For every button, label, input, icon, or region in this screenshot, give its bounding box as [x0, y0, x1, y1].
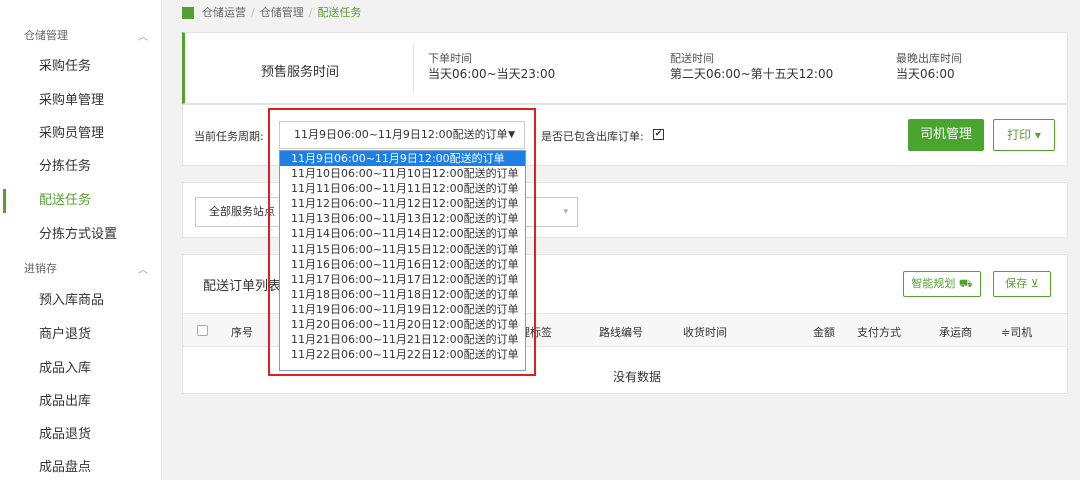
include-outbound-checkbox[interactable]: ✔	[653, 129, 664, 140]
caret-down-icon: ▼	[508, 130, 515, 140]
sidebar-item-label: 成品退货	[39, 427, 92, 442]
breadcrumb-item-current: 配送任务	[317, 6, 362, 19]
period-selected-value: 11月9日06:00~11月9日12:00配送的订单	[294, 128, 508, 141]
period-select[interactable]: 11月9日06:00~11月9日12:00配送的订单 ▼	[279, 121, 525, 149]
sidebar-item-sorting-settings[interactable]: 分拣方式设置	[0, 221, 162, 249]
sidebar-item-merchant-returns[interactable]: 商户退货	[0, 321, 162, 349]
presale-title: 预售服务时间	[261, 65, 340, 80]
dropdown-option[interactable]: 11月19日06:00~11月19日12:00配送的订单	[280, 302, 525, 317]
delivery-time-label: 配送时间	[670, 52, 714, 65]
sidebar-item-purchase-task[interactable]: 采购任务	[0, 53, 162, 81]
chevron-up-icon[interactable]: ︿	[138, 28, 148, 43]
column-header-receive-time: 收货时间	[683, 326, 727, 339]
sidebar-item-label: 采购单管理	[39, 93, 105, 108]
column-header-route: 路线编号	[599, 326, 643, 339]
sidebar-group-label: 进销存	[24, 262, 57, 275]
sidebar-item-label: 成品入库	[39, 361, 92, 376]
sidebar-item-label: 分拣方式设置	[39, 227, 118, 242]
include-outbound-label: 是否已包含出库订单:	[541, 130, 644, 143]
order-time-block: 下单时间 当天06:00~当天23:00	[428, 52, 555, 82]
sidebar-item-label: 配送任务	[39, 193, 92, 208]
breadcrumb-separator: /	[308, 6, 313, 19]
dropdown-option[interactable]: 11月13日06:00~11月13日12:00配送的订单	[280, 211, 525, 226]
sidebar-item-label: 采购员管理	[39, 126, 105, 141]
breadcrumb-item-ops[interactable]: 仓储运营	[202, 4, 246, 22]
sidebar-item-label: 成品出库	[39, 394, 92, 409]
sidebar-item-product-inbound[interactable]: 成品入库	[0, 355, 162, 383]
print-button[interactable]: 打印 ▾	[993, 119, 1055, 151]
order-time-value: 当天06:00~当天23:00	[428, 67, 556, 81]
select-all-checkbox[interactable]	[197, 325, 208, 336]
order-time-label: 下单时间	[428, 52, 472, 65]
save-button[interactable]: 保存 ⊻	[993, 271, 1051, 297]
sidebar-item-label: 采购任务	[39, 59, 92, 74]
delivery-time-block: 配送时间 第二天06:00~第十五天12:00	[670, 52, 833, 82]
dropdown-option[interactable]: 11月10日06:00~11月10日12:00配送的订单	[280, 166, 525, 181]
sidebar-item-label: 预入库商品	[39, 293, 105, 308]
delivery-time-value: 第二天06:00~第十五天12:00	[670, 67, 834, 81]
latest-out-value: 当天06:00	[896, 67, 955, 81]
latest-out-block: 最晚出库时间 当天06:00	[896, 52, 962, 82]
dropdown-option[interactable]: 11月17日06:00~11月17日12:00配送的订单	[280, 272, 525, 287]
breadcrumb: 仓储运营 / 仓储管理 / 配送任务	[182, 4, 361, 22]
chevron-up-icon[interactable]: ︿	[138, 261, 148, 276]
column-header-amount: 金额	[813, 326, 835, 339]
station-select-value: 全部服务站点	[209, 205, 275, 218]
breadcrumb-item-warehouse[interactable]: 仓储管理	[260, 4, 304, 22]
dropdown-option[interactable]: 11月14日06:00~11月14日12:00配送的订单	[280, 226, 525, 241]
sidebar-item-purchasers[interactable]: 采购员管理	[0, 120, 162, 148]
info-divider	[413, 45, 414, 93]
sidebar-group-label: 仓储管理	[24, 29, 68, 42]
column-header-payment: 支付方式	[857, 326, 901, 339]
column-header-driver[interactable]: ≑司机	[1001, 324, 1032, 340]
column-header-carrier: 承运商	[939, 326, 972, 339]
smart-plan-button[interactable]: 智能规划 ⛟	[903, 271, 981, 297]
sidebar-item-sorting-task[interactable]: 分拣任务	[0, 153, 162, 181]
sidebar-group-warehouse[interactable]: 仓储管理	[24, 27, 68, 43]
sidebar-item-pre-inbound[interactable]: 预入库商品	[0, 287, 162, 315]
order-list-title: 配送订单列表	[203, 279, 282, 294]
column-header-index: 序号	[231, 326, 253, 339]
dropdown-option[interactable]: 11月16日06:00~11月16日12:00配送的订单	[280, 257, 525, 272]
breadcrumb-separator: /	[251, 6, 255, 19]
period-label: 当前任务周期:	[194, 130, 264, 143]
latest-out-label: 最晚出库时间	[896, 52, 962, 65]
sidebar-item-delivery-task[interactable]: 配送任务	[0, 187, 162, 215]
dropdown-option[interactable]: 11月12日06:00~11月12日12:00配送的订单	[280, 196, 525, 211]
dropdown-option[interactable]: 11月18日06:00~11月18日12:00配送的订单	[280, 287, 525, 302]
dropdown-option[interactable]: 11月20日06:00~11月20日12:00配送的订单	[280, 317, 525, 332]
period-dropdown-list: 11月9日06:00~11月9日12:00配送的订单 11月10日06:00~1…	[279, 150, 526, 371]
sidebar-item-label: 分拣任务	[39, 159, 92, 174]
driver-management-button[interactable]: 司机管理	[908, 119, 984, 151]
presale-info-panel: 预售服务时间 下单时间 当天06:00~当天23:00 配送时间 第二天06:0…	[182, 32, 1068, 104]
dropdown-option[interactable]: 11月11日06:00~11月11日12:00配送的订单	[280, 181, 525, 196]
dropdown-option[interactable]: 11月21日06:00~11月21日12:00配送的订单	[280, 332, 525, 347]
breadcrumb-marker-icon	[182, 7, 194, 19]
sidebar-item-product-outbound[interactable]: 成品出库	[0, 388, 162, 416]
sidebar-item-label: 成品盘点	[39, 460, 92, 475]
dropdown-option[interactable]: 11月22日06:00~11月22日12:00配送的订单	[280, 347, 525, 362]
caret-down-icon: ▾	[563, 207, 568, 217]
sidebar: 仓储管理 ︿ 采购任务 采购单管理 采购员管理 分拣任务 配送任务 分拣方式设置…	[0, 0, 162, 480]
sidebar-item-product-stocktake[interactable]: 成品盘点	[0, 454, 162, 480]
sidebar-item-label: 商户退货	[39, 327, 92, 342]
sidebar-item-purchase-orders[interactable]: 采购单管理	[0, 87, 162, 115]
dropdown-option[interactable]: 11月9日06:00~11月9日12:00配送的订单	[280, 151, 525, 167]
empty-state-text: 没有数据	[613, 370, 662, 384]
dropdown-option[interactable]: 11月15日06:00~11月15日12:00配送的订单	[280, 242, 525, 257]
sidebar-group-inventory[interactable]: 进销存	[24, 260, 57, 276]
sidebar-item-product-returns[interactable]: 成品退货	[0, 421, 162, 449]
